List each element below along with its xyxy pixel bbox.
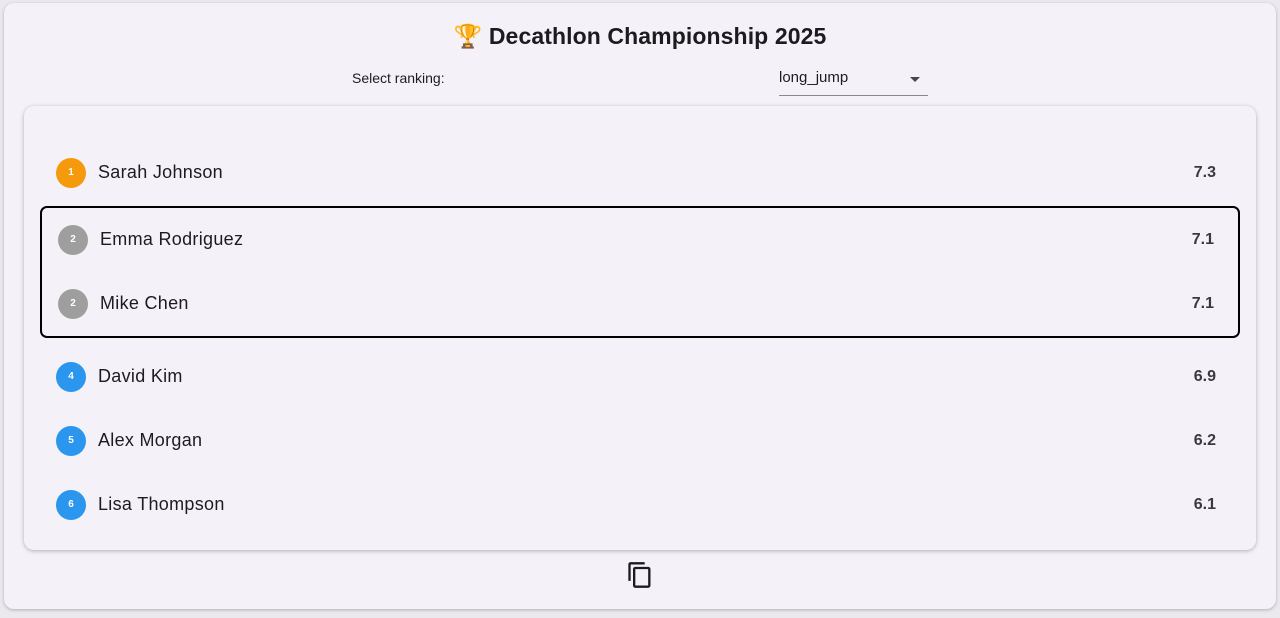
ranking-row[interactable]: 5 Alex Morgan 6.2 [24, 409, 1256, 473]
copy-button[interactable] [626, 561, 654, 589]
ranking-row[interactable]: 2 Mike Chen 7.1 [42, 272, 1238, 336]
athlete-name: Alex Morgan [98, 430, 203, 450]
athlete-score: 7.3 [1193, 164, 1216, 181]
ranking-row[interactable]: 4 David Kim 6.9 [24, 345, 1256, 409]
rank-badge: 5 [56, 426, 86, 456]
main-card: 🏆 Decathlon Championship 2025 Select ran… [4, 3, 1276, 609]
page-title: 🏆 Decathlon Championship 2025 [4, 23, 1276, 50]
chevron-down-icon [910, 77, 920, 82]
ranking-row[interactable]: 6 Lisa Thompson 6.1 [24, 473, 1256, 537]
rank-badge: 2 [58, 225, 88, 255]
athlete-name: Lisa Thompson [98, 494, 225, 514]
ranking-select-label: Select ranking: [352, 70, 445, 86]
athlete-name: David Kim [98, 366, 183, 386]
ranking-list: 1 Sarah Johnson 7.3 2 Emma Rodriguez 7.1… [24, 106, 1256, 550]
athlete-name: Mike Chen [100, 293, 189, 313]
ranking-dropdown[interactable]: long_jump [779, 65, 928, 96]
rank-badge: 2 [58, 289, 88, 319]
rank-badge: 1 [56, 158, 86, 188]
athlete-score: 6.1 [1193, 496, 1216, 513]
tie-group: 2 Emma Rodriguez 7.1 2 Mike Chen 7.1 [40, 206, 1240, 338]
rank-badge: 6 [56, 490, 86, 520]
athlete-score: 6.2 [1193, 432, 1216, 449]
athlete-score: 6.9 [1193, 368, 1216, 385]
ranking-dropdown-value: long_jump [779, 69, 849, 86]
athlete-score: 7.1 [1191, 231, 1214, 248]
trophy-icon: 🏆 [453, 23, 483, 49]
rank-badge: 4 [56, 362, 86, 392]
ranking-row[interactable]: 2 Emma Rodriguez 7.1 [42, 208, 1238, 272]
copy-icon [628, 562, 651, 588]
title-text: Decathlon Championship 2025 [488, 23, 827, 49]
athlete-score: 7.1 [1191, 295, 1214, 312]
ranking-row[interactable]: 1 Sarah Johnson 7.3 [24, 141, 1256, 205]
athlete-name: Emma Rodriguez [100, 229, 244, 249]
athlete-name: Sarah Johnson [98, 162, 223, 182]
